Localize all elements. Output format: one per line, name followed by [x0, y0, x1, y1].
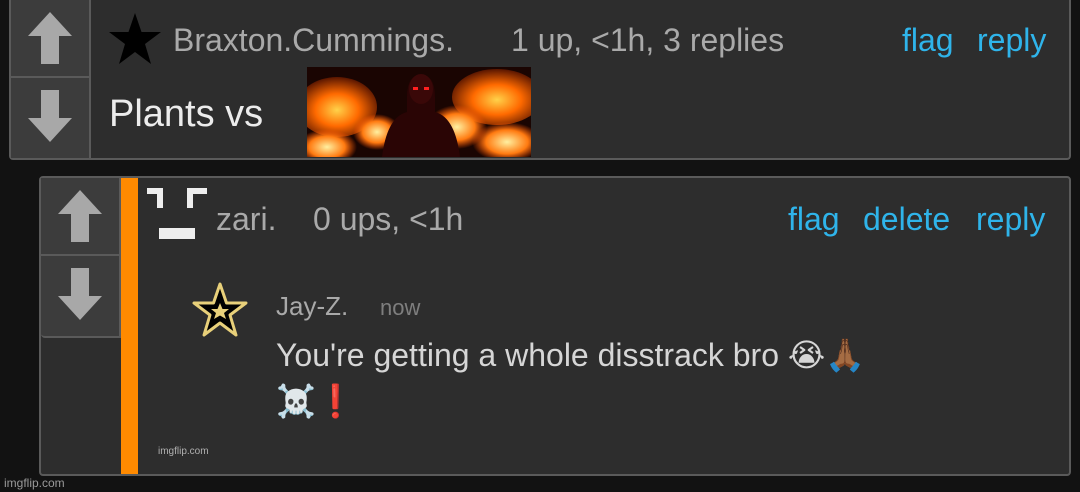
flag-link[interactable]: flag [788, 201, 840, 238]
arrow-down-icon [58, 268, 102, 320]
comment-body: Plants vs [109, 93, 264, 135]
arrow-down-icon [28, 90, 72, 142]
reply-link[interactable]: reply [977, 22, 1046, 59]
downvote-button[interactable] [41, 256, 119, 332]
reply-accent-bar [121, 178, 138, 474]
embedded-text-line1: You're getting a whole disstrack bro 😭🙏🏾 [276, 337, 866, 373]
delete-link[interactable]: delete [863, 201, 950, 238]
flame-figure-image [307, 67, 531, 157]
upvote-button[interactable] [41, 178, 119, 256]
gold-star-badge-icon [192, 282, 248, 337]
embedded-time: now [380, 295, 421, 320]
arrow-up-icon [28, 12, 72, 64]
upvote-button[interactable] [11, 0, 89, 78]
embedded-text-line2: ☠️❗ [276, 383, 356, 419]
embedded-watermark: imgflip.com [158, 446, 209, 457]
reply-content: zari. 0 ups, <1h flag delete reply Jay-Z… [140, 178, 1069, 474]
flag-link[interactable]: flag [902, 22, 954, 59]
vote-column [41, 178, 121, 338]
comment-author[interactable]: zari. [216, 201, 276, 238]
imgflip-watermark: imgflip.com [4, 476, 65, 490]
comment-braxton: Braxton.Cummings. 1 up, <1h, 3 replies f… [9, 0, 1071, 160]
downvote-button[interactable] [11, 78, 89, 154]
embedded-author: Jay-Z. [276, 291, 349, 321]
comment-stats: 0 ups, <1h [313, 201, 464, 237]
black-star-icon[interactable] [107, 12, 163, 66]
meme-image[interactable] [307, 67, 531, 157]
reply-link[interactable]: reply [976, 201, 1045, 238]
user-avatar-icon[interactable] [146, 188, 208, 240]
vote-column [11, 0, 91, 158]
comment-stats: 1 up, <1h, 3 replies [511, 22, 785, 58]
arrow-up-icon [58, 190, 102, 242]
comment-author[interactable]: Braxton.Cummings. [173, 22, 454, 59]
